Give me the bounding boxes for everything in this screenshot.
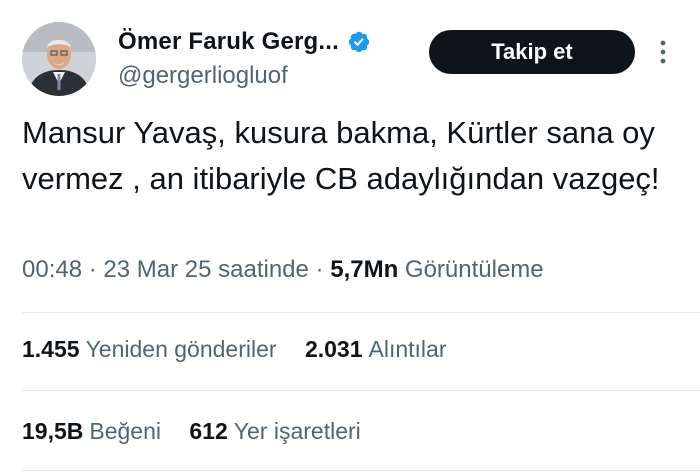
views-count: 5,7Mn xyxy=(330,256,399,283)
author-display-name[interactable]: Ömer Faruk Gerg... xyxy=(118,28,339,56)
tweet-date[interactable]: 23 Mar 25 saatinde xyxy=(103,256,308,283)
stats-row-shares: 1.455 Yeniden gönderiler 2.031 Alıntılar xyxy=(22,336,468,363)
author-name-row: Ömer Faruk Gerg... xyxy=(118,28,371,56)
bookmarks-stat[interactable]: 612 Yer işaretleri xyxy=(189,418,360,445)
verified-badge-icon xyxy=(348,31,370,53)
author-handle[interactable]: @gergerliogluof xyxy=(118,62,288,90)
quotes-label: Alıntılar xyxy=(368,336,447,362)
reposts-stat[interactable]: 1.455 Yeniden gönderiler xyxy=(22,336,277,363)
views-label: Görüntüleme xyxy=(404,256,544,283)
reposts-label: Yeniden gönderiler xyxy=(85,336,277,362)
quotes-count: 2.031 xyxy=(304,336,363,362)
meta-separator: · xyxy=(88,256,97,283)
meta-separator: · xyxy=(315,256,324,283)
likes-count: 19,5B xyxy=(22,418,84,444)
reposts-count: 1.455 xyxy=(22,336,80,362)
quotes-stat[interactable]: 2.031 Alıntılar xyxy=(305,336,447,363)
stats-row-likes: 19,5B Beğeni 612 Yer işaretleri xyxy=(22,418,383,445)
tweet-text: Mansur Yavaş, kusura bakma, Kürtler sana… xyxy=(22,115,660,196)
divider xyxy=(22,390,700,391)
bookmarks-label: Yer işaretleri xyxy=(233,418,361,444)
divider xyxy=(22,312,700,313)
avatar[interactable] xyxy=(22,22,96,96)
tweet-time[interactable]: 00:48 xyxy=(22,256,82,283)
tweet-header: Ömer Faruk Gerg... @gergerliogluof Takip… xyxy=(0,0,700,100)
bookmarks-count: 612 xyxy=(189,418,228,444)
avatar-image xyxy=(22,22,96,96)
follow-button[interactable]: Takip et xyxy=(429,30,635,74)
tweet-meta: 00:48 · 23 Mar 25 saatinde · 5,7Mn Görün… xyxy=(22,256,544,284)
likes-stat[interactable]: 19,5B Beğeni xyxy=(22,418,161,445)
more-vertical-icon[interactable] xyxy=(656,38,670,66)
divider xyxy=(22,470,700,471)
likes-label: Beğeni xyxy=(89,418,161,444)
